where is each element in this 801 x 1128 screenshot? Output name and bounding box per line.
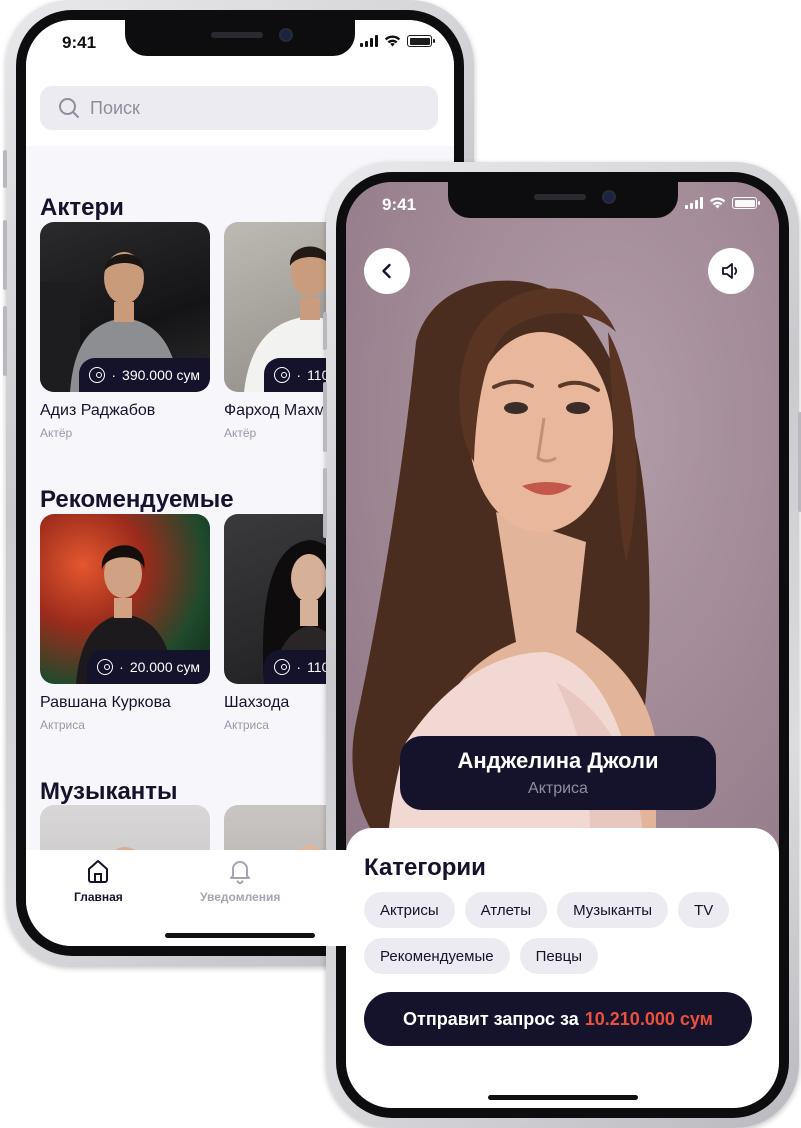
celebrity-name-badge: Анджелина Джоли Актриса (400, 736, 716, 810)
notch (125, 20, 355, 56)
speaker-icon (722, 263, 738, 279)
search-placeholder: Поиск (90, 97, 140, 118)
coin-icon (274, 659, 291, 675)
category-chip[interactable]: Актрисы (364, 892, 455, 928)
tab-notifications-label: Уведомления (200, 890, 281, 904)
bell-icon (230, 861, 251, 884)
price-badge: · 20.000 сум (87, 650, 210, 684)
price-separator: · (119, 659, 124, 675)
volume-up-button (323, 382, 327, 452)
card-name: Адиз Раджабов (40, 402, 156, 419)
category-chip[interactable]: Рекомендуемые (364, 938, 510, 974)
categories-title: Категории (364, 854, 486, 881)
notch (447, 182, 678, 218)
section-title-musicians: Музыканты (40, 778, 178, 805)
battery-icon (732, 197, 760, 209)
card-name: Равшана Куркова (40, 694, 171, 711)
send-request-button[interactable]: Отправит запрос за 10.210.000 сум (364, 992, 752, 1046)
celebrity-role: Актриса (528, 780, 588, 797)
volume-up-button (3, 220, 7, 290)
back-button[interactable] (364, 248, 410, 294)
celebrity-card[interactable]: · 390.000 сум Адиз Раджабов Актёр (40, 222, 210, 440)
home-icon (88, 860, 109, 883)
category-chip[interactable]: TV (678, 892, 730, 928)
battery-icon (407, 35, 435, 47)
coin-icon (89, 367, 106, 383)
celebrity-card[interactable]: · 20.000 сум Равшана Куркова Актриса (40, 514, 210, 732)
send-request-price: 10.210.000 сум (584, 1008, 713, 1029)
front-camera (601, 190, 616, 204)
section-title-actors: Актери (40, 194, 124, 221)
search-input[interactable]: Поиск (40, 86, 438, 130)
sound-toggle-button[interactable] (708, 248, 754, 294)
status-time: 9:41 (62, 33, 97, 52)
categories-sheet: Категории Актрисы Атлеты Музыканты TV Ре… (346, 828, 779, 1108)
price-separator: · (296, 367, 302, 383)
coin-icon (97, 659, 114, 675)
front-camera (279, 28, 293, 42)
volume-down-button (3, 306, 7, 376)
celebrity-name: Анджелина Джоли (457, 748, 659, 773)
wifi-icon (384, 35, 401, 47)
cellular-signal-icon (360, 35, 378, 47)
price-separator: · (111, 367, 117, 383)
search-icon (59, 98, 79, 118)
home-indicator (487, 1095, 638, 1100)
category-chips: Актрисы Атлеты Музыканты TV Рекомендуемы… (364, 892, 744, 974)
celebrity-detail-screen: 9:41 Анджелина Джоли Актриса Категории А… (346, 182, 779, 1108)
price-badge: · 390.000 сум (79, 358, 210, 392)
price-value: 390.000 сум (122, 367, 200, 383)
coin-icon (274, 367, 291, 383)
home-indicator (165, 933, 315, 938)
mute-switch (3, 150, 7, 188)
phone-frame-right: 9:41 Анджелина Джоли Актриса Категории А… (323, 162, 801, 1128)
price-separator: · (296, 659, 302, 675)
category-chip[interactable]: Атлеты (464, 892, 548, 928)
wifi-icon (709, 197, 726, 209)
tab-home-label: Главная (74, 890, 123, 904)
tab-notifications[interactable]: Уведомления (200, 858, 280, 904)
tab-home[interactable]: Главная (74, 858, 123, 904)
cellular-signal-icon (685, 197, 703, 209)
card-role: Актёр (40, 426, 73, 440)
send-request-label: Отправит запрос за (403, 1008, 579, 1029)
card-role: Актриса (40, 718, 85, 732)
price-value: 20.000 сум (129, 659, 200, 675)
chevron-left-icon (382, 263, 391, 279)
celebrity-photo: · 390.000 сум (40, 222, 210, 392)
celebrity-photo: · 20.000 сум (40, 514, 210, 684)
category-chip[interactable]: Музыканты (557, 892, 669, 928)
section-title-recommended: Рекомендуемые (40, 486, 234, 513)
mute-switch (323, 312, 327, 350)
category-chip[interactable]: Певцы (519, 938, 599, 974)
volume-down-button (323, 468, 327, 538)
status-time: 9:41 (382, 195, 417, 214)
